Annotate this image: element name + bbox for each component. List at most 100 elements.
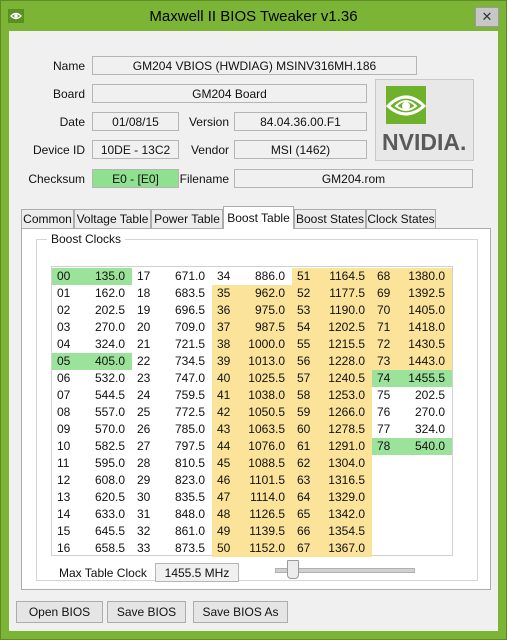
boost-entry-clock[interactable]: 1228.0 — [320, 353, 372, 370]
boost-entry-index[interactable]: 41 — [212, 387, 240, 404]
tab-power-table[interactable]: Power Table — [151, 209, 223, 228]
boost-entry-index[interactable]: 59 — [292, 404, 320, 421]
boost-entry-clock[interactable]: 557.0 — [80, 404, 132, 421]
boost-entry-index[interactable]: 20 — [132, 319, 160, 336]
boost-entry-index[interactable]: 05 — [52, 353, 80, 370]
boost-entry-clock[interactable]: 1202.5 — [320, 319, 372, 336]
boost-entry-index[interactable]: 22 — [132, 353, 160, 370]
boost-entry-clock[interactable]: 1190.0 — [320, 302, 372, 319]
boost-entry-index[interactable]: 76 — [372, 404, 400, 421]
boost-entry-index[interactable]: 21 — [132, 336, 160, 353]
boost-entry-index[interactable]: 51 — [292, 268, 320, 285]
boost-entry-clock[interactable]: 1013.0 — [240, 353, 292, 370]
boost-entry-index[interactable]: 68 — [372, 268, 400, 285]
boost-entry-index[interactable]: 69 — [372, 285, 400, 302]
boost-entry-clock[interactable]: 1380.0 — [400, 268, 452, 285]
boost-entry-index[interactable]: 78 — [372, 438, 400, 455]
boost-entry-index[interactable]: 18 — [132, 285, 160, 302]
boost-entry-clock[interactable]: 1139.5 — [240, 523, 292, 540]
boost-entry-clock[interactable]: 1278.5 — [320, 421, 372, 438]
boost-entry-index[interactable]: 40 — [212, 370, 240, 387]
boost-entry-clock[interactable]: 1418.0 — [400, 319, 452, 336]
boost-entry-index[interactable]: 02 — [52, 302, 80, 319]
boost-entry-clock[interactable]: 671.0 — [160, 268, 212, 285]
boost-entry-index[interactable]: 34 — [212, 268, 240, 285]
boost-entry-index[interactable]: 16 — [52, 540, 80, 557]
boost-entry-clock[interactable]: 848.0 — [160, 506, 212, 523]
boost-entry-clock[interactable]: 1000.0 — [240, 336, 292, 353]
boost-entry-index[interactable]: 23 — [132, 370, 160, 387]
boost-entry-clock[interactable]: 1088.5 — [240, 455, 292, 472]
boost-entry-index[interactable]: 29 — [132, 472, 160, 489]
boost-entry-clock[interactable]: 202.5 — [400, 387, 452, 404]
boost-entry-index[interactable]: 19 — [132, 302, 160, 319]
boost-entry-clock[interactable]: 1101.5 — [240, 472, 292, 489]
boost-entry-index[interactable]: 01 — [52, 285, 80, 302]
boost-entry-clock[interactable]: 324.0 — [80, 336, 132, 353]
boost-entry-clock[interactable]: 645.5 — [80, 523, 132, 540]
boost-entry-index[interactable]: 10 — [52, 438, 80, 455]
boost-entry-index[interactable]: 00 — [52, 268, 80, 285]
boost-entry-index[interactable]: 27 — [132, 438, 160, 455]
boost-entry-clock[interactable]: 823.0 — [160, 472, 212, 489]
boost-entry-clock[interactable]: 1253.0 — [320, 387, 372, 404]
boost-entry-clock[interactable]: 797.5 — [160, 438, 212, 455]
tab-voltage-table[interactable]: Voltage Table — [74, 209, 151, 228]
boost-entry-clock[interactable]: 759.5 — [160, 387, 212, 404]
boost-entry-index[interactable]: 11 — [52, 455, 80, 472]
boost-entry-clock[interactable]: 810.5 — [160, 455, 212, 472]
boost-entry-index[interactable]: 72 — [372, 336, 400, 353]
boost-entry-clock[interactable]: 1152.0 — [240, 540, 292, 557]
boost-entry-clock[interactable]: 861.0 — [160, 523, 212, 540]
boost-entry-clock[interactable]: 633.0 — [80, 506, 132, 523]
boost-entry-clock[interactable]: 202.5 — [80, 302, 132, 319]
boost-entry-index[interactable]: 48 — [212, 506, 240, 523]
boost-entry-index[interactable]: 26 — [132, 421, 160, 438]
save-bios-as-button[interactable]: Save BIOS As — [193, 601, 288, 623]
boost-entry-clock[interactable]: 1342.0 — [320, 506, 372, 523]
boost-entry-clock[interactable]: 835.5 — [160, 489, 212, 506]
boost-entry-clock[interactable]: 608.0 — [80, 472, 132, 489]
boost-entry-index[interactable]: 03 — [52, 319, 80, 336]
boost-entry-index[interactable]: 30 — [132, 489, 160, 506]
boost-entry-clock[interactable]: 582.5 — [80, 438, 132, 455]
boost-entry-clock[interactable]: 1266.0 — [320, 404, 372, 421]
boost-entry-clock[interactable]: 1240.5 — [320, 370, 372, 387]
boost-entry-index[interactable]: 07 — [52, 387, 80, 404]
boost-entry-index[interactable]: 56 — [292, 353, 320, 370]
boost-entry-index[interactable]: 46 — [212, 472, 240, 489]
boost-entry-index[interactable]: 61 — [292, 438, 320, 455]
title-bar[interactable]: Maxwell II BIOS Tweaker v1.36 ✕ — [1, 1, 506, 31]
boost-entry-clock[interactable]: 785.0 — [160, 421, 212, 438]
boost-entry-clock[interactable]: 1316.5 — [320, 472, 372, 489]
boost-entry-clock[interactable]: 595.0 — [80, 455, 132, 472]
boost-entry-index[interactable]: 54 — [292, 319, 320, 336]
boost-entry-clock[interactable]: 324.0 — [400, 421, 452, 438]
close-button[interactable]: ✕ — [475, 7, 499, 27]
boost-entry-index[interactable]: 65 — [292, 506, 320, 523]
boost-entry-index[interactable]: 13 — [52, 489, 80, 506]
boost-entry-clock[interactable]: 135.0 — [80, 268, 132, 285]
boost-entry-clock[interactable]: 975.0 — [240, 302, 292, 319]
boost-entry-index[interactable]: 75 — [372, 387, 400, 404]
boost-entry-index[interactable]: 06 — [52, 370, 80, 387]
boost-entry-index[interactable]: 60 — [292, 421, 320, 438]
boost-entry-index[interactable]: 77 — [372, 421, 400, 438]
boost-entry-index[interactable]: 08 — [52, 404, 80, 421]
tab-common[interactable]: Common — [21, 209, 74, 228]
tab-boost-states[interactable]: Boost States — [294, 209, 366, 228]
boost-entry-clock[interactable]: 1114.0 — [240, 489, 292, 506]
version-field[interactable]: 84.04.36.00.F1 — [234, 112, 367, 131]
boost-entry-clock[interactable]: 696.5 — [160, 302, 212, 319]
boost-entry-clock[interactable]: 772.5 — [160, 404, 212, 421]
boost-entry-clock[interactable]: 1063.5 — [240, 421, 292, 438]
boost-entry-clock[interactable]: 1430.5 — [400, 336, 452, 353]
boost-entry-index[interactable]: 36 — [212, 302, 240, 319]
boost-entry-index[interactable]: 52 — [292, 285, 320, 302]
boost-entry-clock[interactable]: 683.5 — [160, 285, 212, 302]
boost-entry-clock[interactable]: 709.0 — [160, 319, 212, 336]
boost-entry-clock[interactable]: 270.0 — [400, 404, 452, 421]
boost-entry-clock[interactable]: 873.5 — [160, 540, 212, 557]
boost-entry-index[interactable]: 28 — [132, 455, 160, 472]
boost-entry-index[interactable]: 66 — [292, 523, 320, 540]
